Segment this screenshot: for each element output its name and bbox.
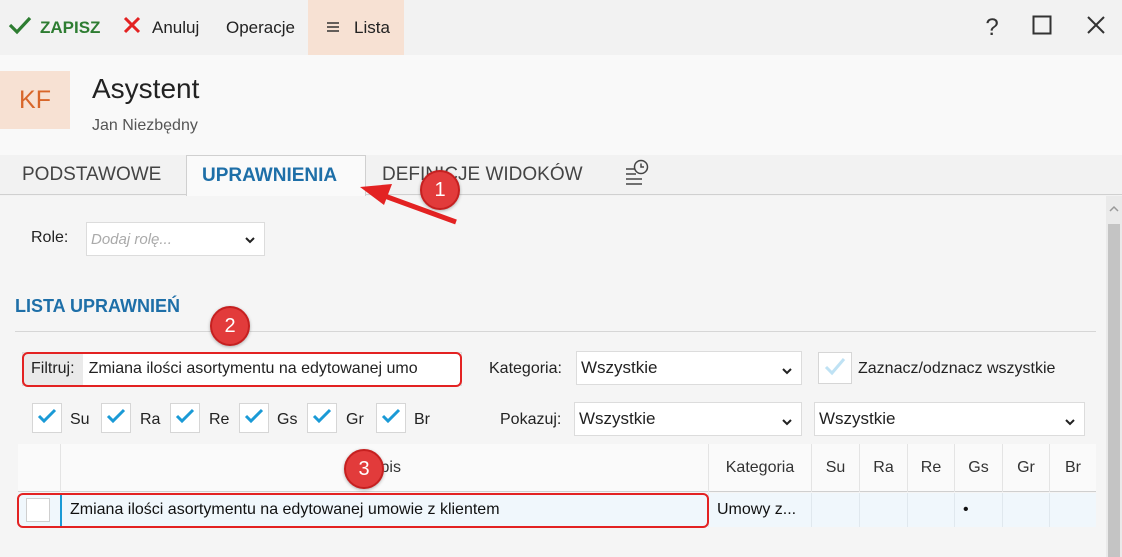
annotation-highlight-row [17,493,709,528]
annotation-marker-1: 1 [420,170,460,210]
annotation-arrow [360,184,457,225]
annotation-marker-3: 3 [344,449,384,489]
annotation-marker-2: 2 [210,306,250,346]
annotation-highlight-filter [22,352,462,387]
